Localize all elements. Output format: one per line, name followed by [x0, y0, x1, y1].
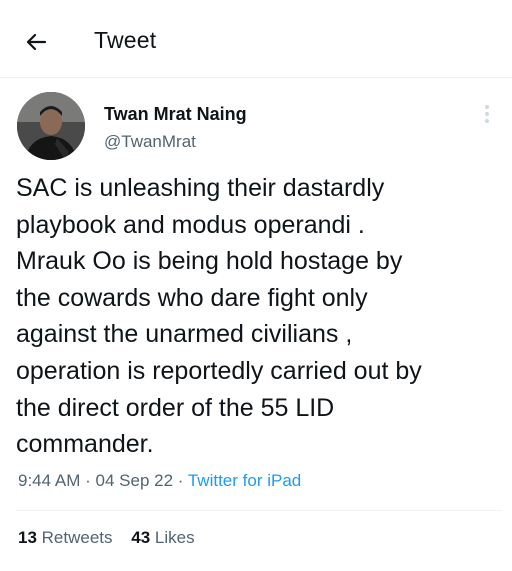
more-dot-icon: [485, 119, 489, 123]
avatar[interactable]: [17, 92, 85, 160]
author-display-name[interactable]: Twan Mrat Naing: [104, 104, 247, 125]
retweets-stat[interactable]: 13 Retweets: [18, 528, 113, 547]
meta-separator: ·: [177, 471, 184, 490]
more-dot-icon: [485, 112, 489, 116]
tweet-source-link[interactable]: Twitter for iPad: [188, 471, 301, 490]
top-bar: Tweet: [0, 0, 512, 78]
retweets-label: Retweets: [41, 528, 113, 547]
retweets-count: 13: [18, 528, 37, 547]
meta-separator: ·: [85, 471, 91, 490]
divider: [16, 510, 502, 511]
tweet-date: 04 Sep 22: [95, 471, 174, 490]
user-avatar-icon: [17, 92, 85, 160]
likes-count: 43: [131, 528, 151, 547]
tweet-text: SAC is unleashing their dastardly playbo…: [16, 174, 422, 459]
author-handle[interactable]: @TwanMrat: [104, 132, 196, 152]
page-title: Tweet: [94, 27, 157, 53]
back-button[interactable]: [20, 28, 52, 56]
more-dot-icon: [485, 105, 489, 109]
tweet-time: 9:44 AM: [18, 471, 81, 490]
likes-label: Likes: [154, 528, 195, 547]
arrow-left-icon: [26, 33, 47, 51]
more-options-button[interactable]: [476, 100, 498, 128]
tweet-meta: 9:44 AM · 04 Sep 22 · Twitter for iPad: [18, 471, 301, 491]
likes-stat[interactable]: 43 Likes: [131, 528, 194, 547]
engagement-stats: 13 Retweets 43 Likes: [18, 528, 209, 548]
